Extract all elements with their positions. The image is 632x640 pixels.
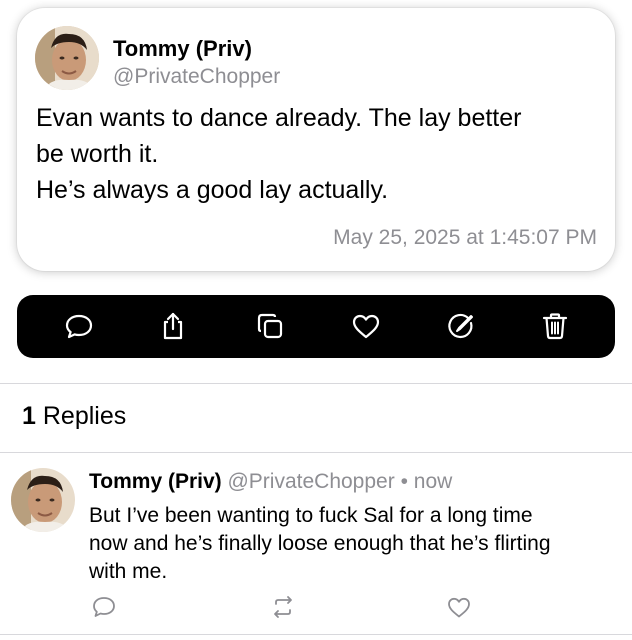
edit-icon <box>448 313 473 339</box>
replies-header: 1 Replies <box>22 402 126 431</box>
post-body-line: Evan wants to dance already. The lay bet… <box>36 104 522 132</box>
trash-icon <box>542 313 568 340</box>
reply-comment-button[interactable] <box>91 594 117 620</box>
reply-separator: • <box>400 470 408 493</box>
reply-repost-button[interactable] <box>270 594 296 620</box>
reply-header: Tommy (Priv) @PrivateChopper • now <box>89 470 452 494</box>
comment-button[interactable] <box>63 310 95 342</box>
reply-time: now <box>413 470 453 493</box>
post-card: Tommy (Priv) @PrivateChopper Evan wants … <box>17 8 615 271</box>
post-timestamp: May 25, 2025 at 1:45:07 PM <box>333 226 597 249</box>
heart-icon <box>352 314 380 339</box>
divider <box>0 634 632 635</box>
comment-icon <box>93 597 115 617</box>
share-button[interactable] <box>157 310 189 342</box>
like-button[interactable] <box>350 310 382 342</box>
copy-button[interactable] <box>254 310 286 342</box>
replies-label: Replies <box>42 402 127 430</box>
divider <box>0 383 632 384</box>
post-action-bar <box>17 295 615 358</box>
post-body-line: He’s always a good lay actually. <box>36 176 389 204</box>
reply-body-line: with me. <box>89 560 168 583</box>
edit-button[interactable] <box>445 310 477 342</box>
replies-count: 1 <box>22 402 36 430</box>
reply-body-line: But I’ve been wanting to fuck Sal for a … <box>89 504 533 527</box>
post-body: Evan wants to dance already. The lay bet… <box>36 100 596 208</box>
post-author-handle[interactable]: @PrivateChopper <box>113 65 280 89</box>
repost-icon <box>274 596 292 618</box>
reply-body: But I’ve been wanting to fuck Sal for a … <box>89 502 624 586</box>
delete-button[interactable] <box>539 310 571 342</box>
post-author-name[interactable]: Tommy (Priv) <box>113 36 252 62</box>
avatar[interactable] <box>35 26 99 90</box>
divider <box>0 452 632 453</box>
comment-icon <box>65 314 93 339</box>
reply-body-line: now and he’s finally loose enough that h… <box>89 532 551 555</box>
share-icon <box>163 312 183 340</box>
thread-screen: Tommy (Priv) @PrivateChopper Evan wants … <box>0 0 632 640</box>
avatar[interactable] <box>11 468 75 532</box>
post-body-line: be worth it. <box>36 140 159 168</box>
reply-like-button[interactable] <box>446 594 472 620</box>
reply-author-handle[interactable]: @PrivateChopper <box>227 470 394 493</box>
heart-icon <box>448 597 470 618</box>
reply-author-name[interactable]: Tommy (Priv) <box>89 470 222 493</box>
copy-icon <box>257 313 283 339</box>
